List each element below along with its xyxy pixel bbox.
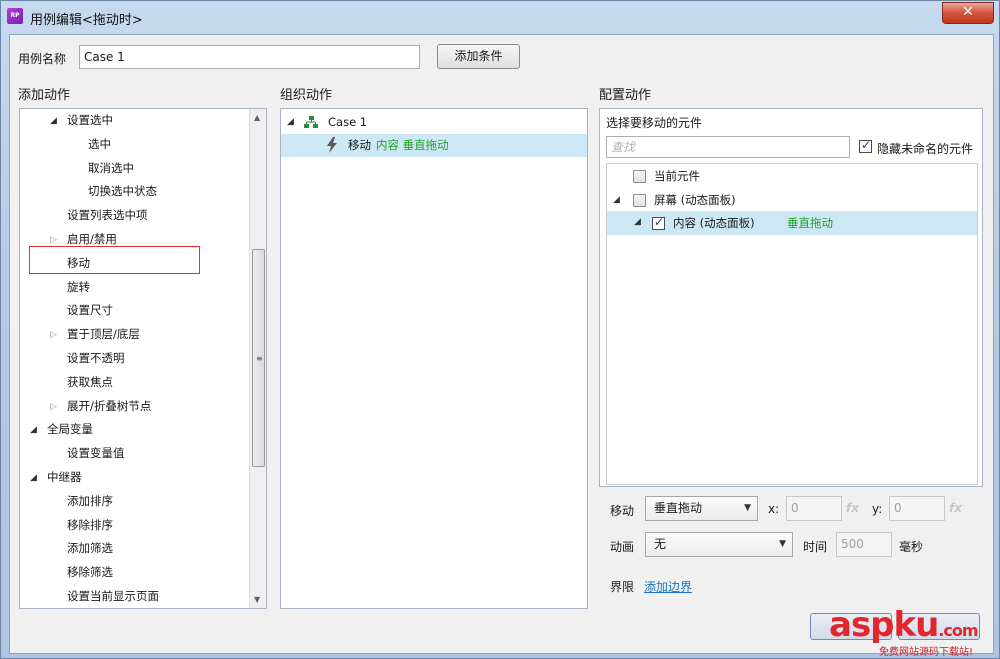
app-icon: RP	[7, 8, 23, 24]
expand-closed-icon[interactable]: ▷	[50, 330, 57, 340]
widget-row-content[interactable]: ◢ 内容 (动态面板) 垂直拖动	[607, 211, 977, 235]
move-type-select[interactable]: 垂直拖动 ▼	[645, 496, 758, 521]
highlight-box	[29, 246, 200, 274]
add-action-panel[interactable]: ◢ 设置选中 选中 取消选中 切换选中状态 设置列表选中项 ▷ 启用/禁用 移动 旋转 设置尺寸 ▷ 置…	[19, 108, 267, 609]
action-tree-item[interactable]: 设置变量值	[67, 443, 125, 463]
action-tree-item[interactable]: 移除筛选	[67, 562, 113, 582]
expand-open-icon[interactable]: ◢	[30, 425, 37, 435]
animation-value: 无	[654, 537, 667, 551]
move-type-value: 垂直拖动	[654, 501, 703, 515]
action-tree-item[interactable]: 添加排序	[67, 491, 113, 511]
action-tree-item[interactable]: 设置不透明	[67, 348, 125, 368]
widget-checkbox-content[interactable]	[652, 215, 665, 230]
lightning-icon	[327, 137, 337, 153]
case-item[interactable]: Case 1	[328, 112, 367, 132]
action-tree-item[interactable]: 设置当前显示页面	[67, 586, 159, 606]
scroll-thumb[interactable]: ≡	[252, 249, 265, 467]
action-tree-item[interactable]: 切换选中状态	[88, 181, 157, 201]
y-input[interactable]: 0	[889, 496, 945, 521]
x-label: x:	[768, 502, 780, 516]
configure-action-panel: 选择要移动的元件 查找 隐藏未命名的元件 当前元件 ◢ 屏幕 (动态面板) ◢ …	[599, 108, 983, 487]
chevron-down-icon: ▼	[744, 503, 751, 513]
hide-unnamed-label: 隐藏未命名的元件	[877, 142, 974, 156]
x-fx-button[interactable]: fx	[846, 501, 859, 515]
scroll-up-icon[interactable]: ▲	[254, 113, 260, 122]
action-tree-item[interactable]: 全局变量	[47, 419, 93, 439]
case-flow-icon	[304, 116, 318, 128]
add-action-header: 添加动作	[18, 88, 71, 103]
scroll-down-icon[interactable]: ▼	[254, 595, 260, 604]
y-fx-button[interactable]: fx	[949, 501, 962, 515]
action-tree-item[interactable]: 设置选中	[67, 110, 113, 130]
add-condition-button[interactable]: 添加条件	[437, 44, 520, 69]
add-bounds-link[interactable]: 添加边界	[644, 578, 692, 595]
widget-tree[interactable]: 当前元件 ◢ 屏幕 (动态面板) ◢ 内容 (动态面板) 垂直拖动	[606, 163, 978, 485]
action-tree-scrollbar[interactable]: ▲ ≡ ▼	[249, 109, 266, 608]
organize-action-row[interactable]: 移动 内容 垂直拖动	[281, 134, 587, 157]
action-tree-item[interactable]: 选中	[88, 134, 111, 154]
hide-unnamed-checkbox[interactable]	[859, 138, 872, 153]
watermark-logo: aspku.com	[829, 605, 979, 645]
animation-select[interactable]: 无 ▼	[645, 532, 793, 557]
action-tree-item[interactable]: 置于顶层/底层	[67, 324, 140, 344]
window-title: 用例编辑<拖动时>	[30, 13, 143, 28]
action-name: 移动	[348, 138, 371, 152]
move-label: 移动	[610, 504, 635, 518]
configure-action-header: 配置动作	[599, 88, 652, 103]
watermark-subtitle: 免费网站源码下载站!	[879, 647, 974, 658]
widget-search-input[interactable]: 查找	[606, 136, 850, 158]
widget-item-current[interactable]: 当前元件	[654, 166, 700, 186]
widget-checkbox-screen[interactable]	[633, 194, 646, 207]
widget-item-content-suffix: 垂直拖动	[787, 216, 833, 230]
action-tree-item[interactable]: 添加筛选	[67, 538, 113, 558]
y-label: y:	[872, 502, 883, 516]
widget-item-content: 内容 (动态面板)	[673, 216, 755, 230]
expand-open-icon[interactable]: ◢	[50, 116, 57, 126]
expand-open-icon[interactable]: ◢	[287, 117, 294, 127]
action-tree-item[interactable]: 取消选中	[88, 158, 134, 178]
animation-label: 动画	[610, 540, 635, 554]
case-name-label: 用例名称	[18, 52, 67, 66]
organize-action-panel[interactable]: ◢ Case 1 移动 内容 垂直拖动	[280, 108, 588, 609]
action-tree-item[interactable]: 展开/折叠树节点	[67, 396, 151, 416]
action-tree-item[interactable]: 移除排序	[67, 515, 113, 535]
close-button[interactable]: ✕	[942, 2, 994, 24]
time-label: 时间	[803, 540, 828, 554]
title-bar[interactable]: RP 用例编辑<拖动时> ✕	[1, 1, 1000, 34]
action-tree-item[interactable]: 中继器	[47, 467, 82, 487]
action-tree-item[interactable]: 设置列表选中项	[67, 205, 148, 225]
expand-open-icon[interactable]: ◢	[30, 473, 37, 483]
x-input[interactable]: 0	[786, 496, 842, 521]
action-tree-item[interactable]: 旋转	[67, 277, 90, 297]
dialog-body: 用例名称 Case 1 添加条件 添加动作 组织动作 配置动作 ◢ 设置选中选中取…	[9, 34, 994, 654]
time-unit-label: 毫秒	[899, 540, 924, 554]
scroll-grip-icon: ≡	[256, 354, 263, 363]
expand-open-icon[interactable]: ◢	[613, 195, 620, 205]
dialog-window: RP 用例编辑<拖动时> ✕ 用例名称 Case 1 添加条件 添加动作 组织动…	[0, 0, 1000, 659]
select-widget-label: 选择要移动的元件	[606, 116, 703, 130]
action-target: 内容 垂直拖动	[376, 138, 449, 152]
bounds-label: 界限	[610, 580, 635, 594]
expand-closed-icon[interactable]: ▷	[50, 235, 57, 245]
organize-action-header: 组织动作	[280, 88, 333, 103]
expand-open-icon[interactable]: ◢	[634, 217, 641, 227]
expand-closed-icon[interactable]: ▷	[50, 402, 57, 412]
time-input[interactable]: 500	[836, 532, 892, 557]
widget-checkbox-current[interactable]	[633, 170, 646, 183]
action-tree-item[interactable]: 设置尺寸	[67, 300, 113, 320]
chevron-down-icon: ▼	[779, 539, 786, 549]
action-tree-item[interactable]: 获取焦点	[67, 372, 113, 392]
case-name-input[interactable]: Case 1	[79, 45, 420, 69]
widget-item-screen[interactable]: 屏幕 (动态面板)	[654, 190, 736, 210]
